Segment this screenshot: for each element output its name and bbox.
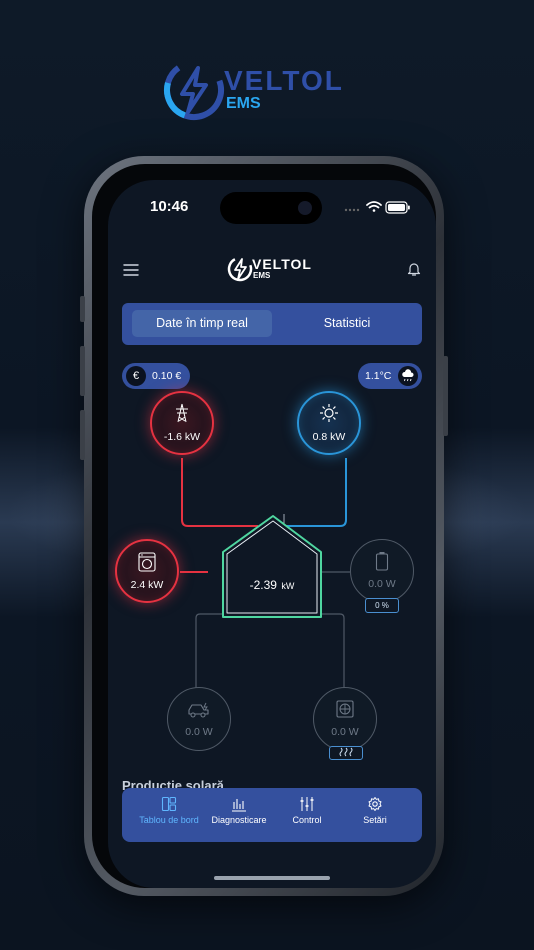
grid-flow-line xyxy=(181,458,258,527)
cloud-rain-icon xyxy=(398,366,418,386)
heat-waves-badge xyxy=(329,746,363,760)
status-icons xyxy=(344,201,410,214)
heat-waves-icon xyxy=(339,747,353,757)
phone-silent-switch xyxy=(80,296,85,322)
washing-machine-icon xyxy=(138,552,156,572)
cellular-signal-icon xyxy=(344,208,360,212)
menu-icon[interactable] xyxy=(123,262,139,278)
gear-icon xyxy=(368,797,382,811)
ev-value: 0.0 W xyxy=(185,726,213,738)
nav-dashboard-label: Tablou de bord xyxy=(139,815,199,825)
brand-name-bottom: EMS xyxy=(226,95,261,112)
tab-realtime[interactable]: Date în timp real xyxy=(132,310,272,337)
dashboard-icon xyxy=(161,796,177,812)
nav-settings-label: Setări xyxy=(363,815,387,825)
price-value: 0.10 € xyxy=(152,370,182,382)
bottom-navigation: Tablou de bord Diagnosticare Control Set… xyxy=(122,788,422,842)
phone-volume-down xyxy=(80,410,85,460)
heat-pump-value: 0.0 W xyxy=(331,726,359,738)
consumption-node[interactable]: 2.4 kW xyxy=(115,539,179,603)
battery-value: 0.0 W xyxy=(368,578,396,590)
nav-diagnostics-label: Diagnosticare xyxy=(211,815,267,825)
heat-pump-icon xyxy=(336,700,354,718)
solar-value: 0.8 kW xyxy=(312,431,346,443)
ev-charger-node[interactable]: 0.0 W xyxy=(167,687,231,751)
phone-frame: 10:46 VELTOL EMS Date în timp real Stati… xyxy=(80,156,448,896)
home-indicator[interactable] xyxy=(214,876,330,880)
power-tower-icon xyxy=(176,403,188,423)
nav-settings[interactable]: Setări xyxy=(338,796,412,825)
dynamic-island xyxy=(220,192,322,224)
price-pill[interactable]: € 0.10 € xyxy=(122,363,190,389)
sun-icon xyxy=(320,404,338,422)
nav-control-label: Control xyxy=(292,815,322,825)
camera-icon xyxy=(298,201,312,215)
app-logo-top: VELTOL xyxy=(252,256,312,272)
bar-chart-icon xyxy=(232,799,246,812)
euro-icon: € xyxy=(126,366,146,386)
temperature-value: 1.1°C xyxy=(365,370,392,382)
grid-node[interactable]: -1.6 kW xyxy=(150,391,214,455)
phone-bezel: 10:46 VELTOL EMS Date în timp real Stati… xyxy=(92,164,436,888)
battery-node[interactable]: 0.0 W xyxy=(350,539,414,603)
battery-icon xyxy=(375,552,389,571)
phone-power-button xyxy=(443,356,448,436)
house-value: -2.39 xyxy=(249,578,277,592)
nav-control[interactable]: Control xyxy=(270,796,344,825)
house-outline xyxy=(222,515,322,618)
view-tabs: Date în timp real Statistici xyxy=(122,303,422,345)
solar-flow-line xyxy=(284,458,347,527)
ev-car-icon xyxy=(188,702,209,718)
status-time: 10:46 xyxy=(150,198,189,215)
tab-statistics[interactable]: Statistici xyxy=(282,310,412,337)
app-logo-bottom: EMS xyxy=(253,271,271,280)
heat-pump-flow-line xyxy=(298,613,345,694)
house-inner-outline xyxy=(226,520,318,614)
ev-flow-line xyxy=(195,613,236,694)
house-node[interactable]: -2.39 kW xyxy=(227,576,317,594)
brand-name-top: VELTOL xyxy=(224,65,344,96)
bell-icon[interactable] xyxy=(406,261,422,277)
solar-node[interactable]: 0.8 kW xyxy=(297,391,361,455)
heat-pump-node[interactable]: 0.0 W xyxy=(313,687,377,751)
app-screen: 10:46 VELTOL EMS Date în timp real Stati… xyxy=(108,180,436,888)
nav-diagnostics[interactable]: Diagnosticare xyxy=(202,796,276,825)
veltol-brand-logo: VELTOL EMS xyxy=(164,60,344,120)
house-unit: kW xyxy=(281,581,295,591)
nav-dashboard[interactable]: Tablou de bord xyxy=(132,796,206,825)
battery-percent-badge: 0 % xyxy=(365,598,399,613)
grid-value: -1.6 kW xyxy=(163,431,201,443)
wifi-icon xyxy=(366,201,382,212)
sliders-icon xyxy=(300,797,314,811)
weather-pill[interactable]: 1.1°C xyxy=(358,363,422,389)
consumption-value: 2.4 kW xyxy=(130,579,164,591)
phone-volume-up xyxy=(80,346,85,396)
veltol-app-logo: VELTOL EMS xyxy=(227,256,312,282)
battery-status-icon xyxy=(385,201,410,214)
